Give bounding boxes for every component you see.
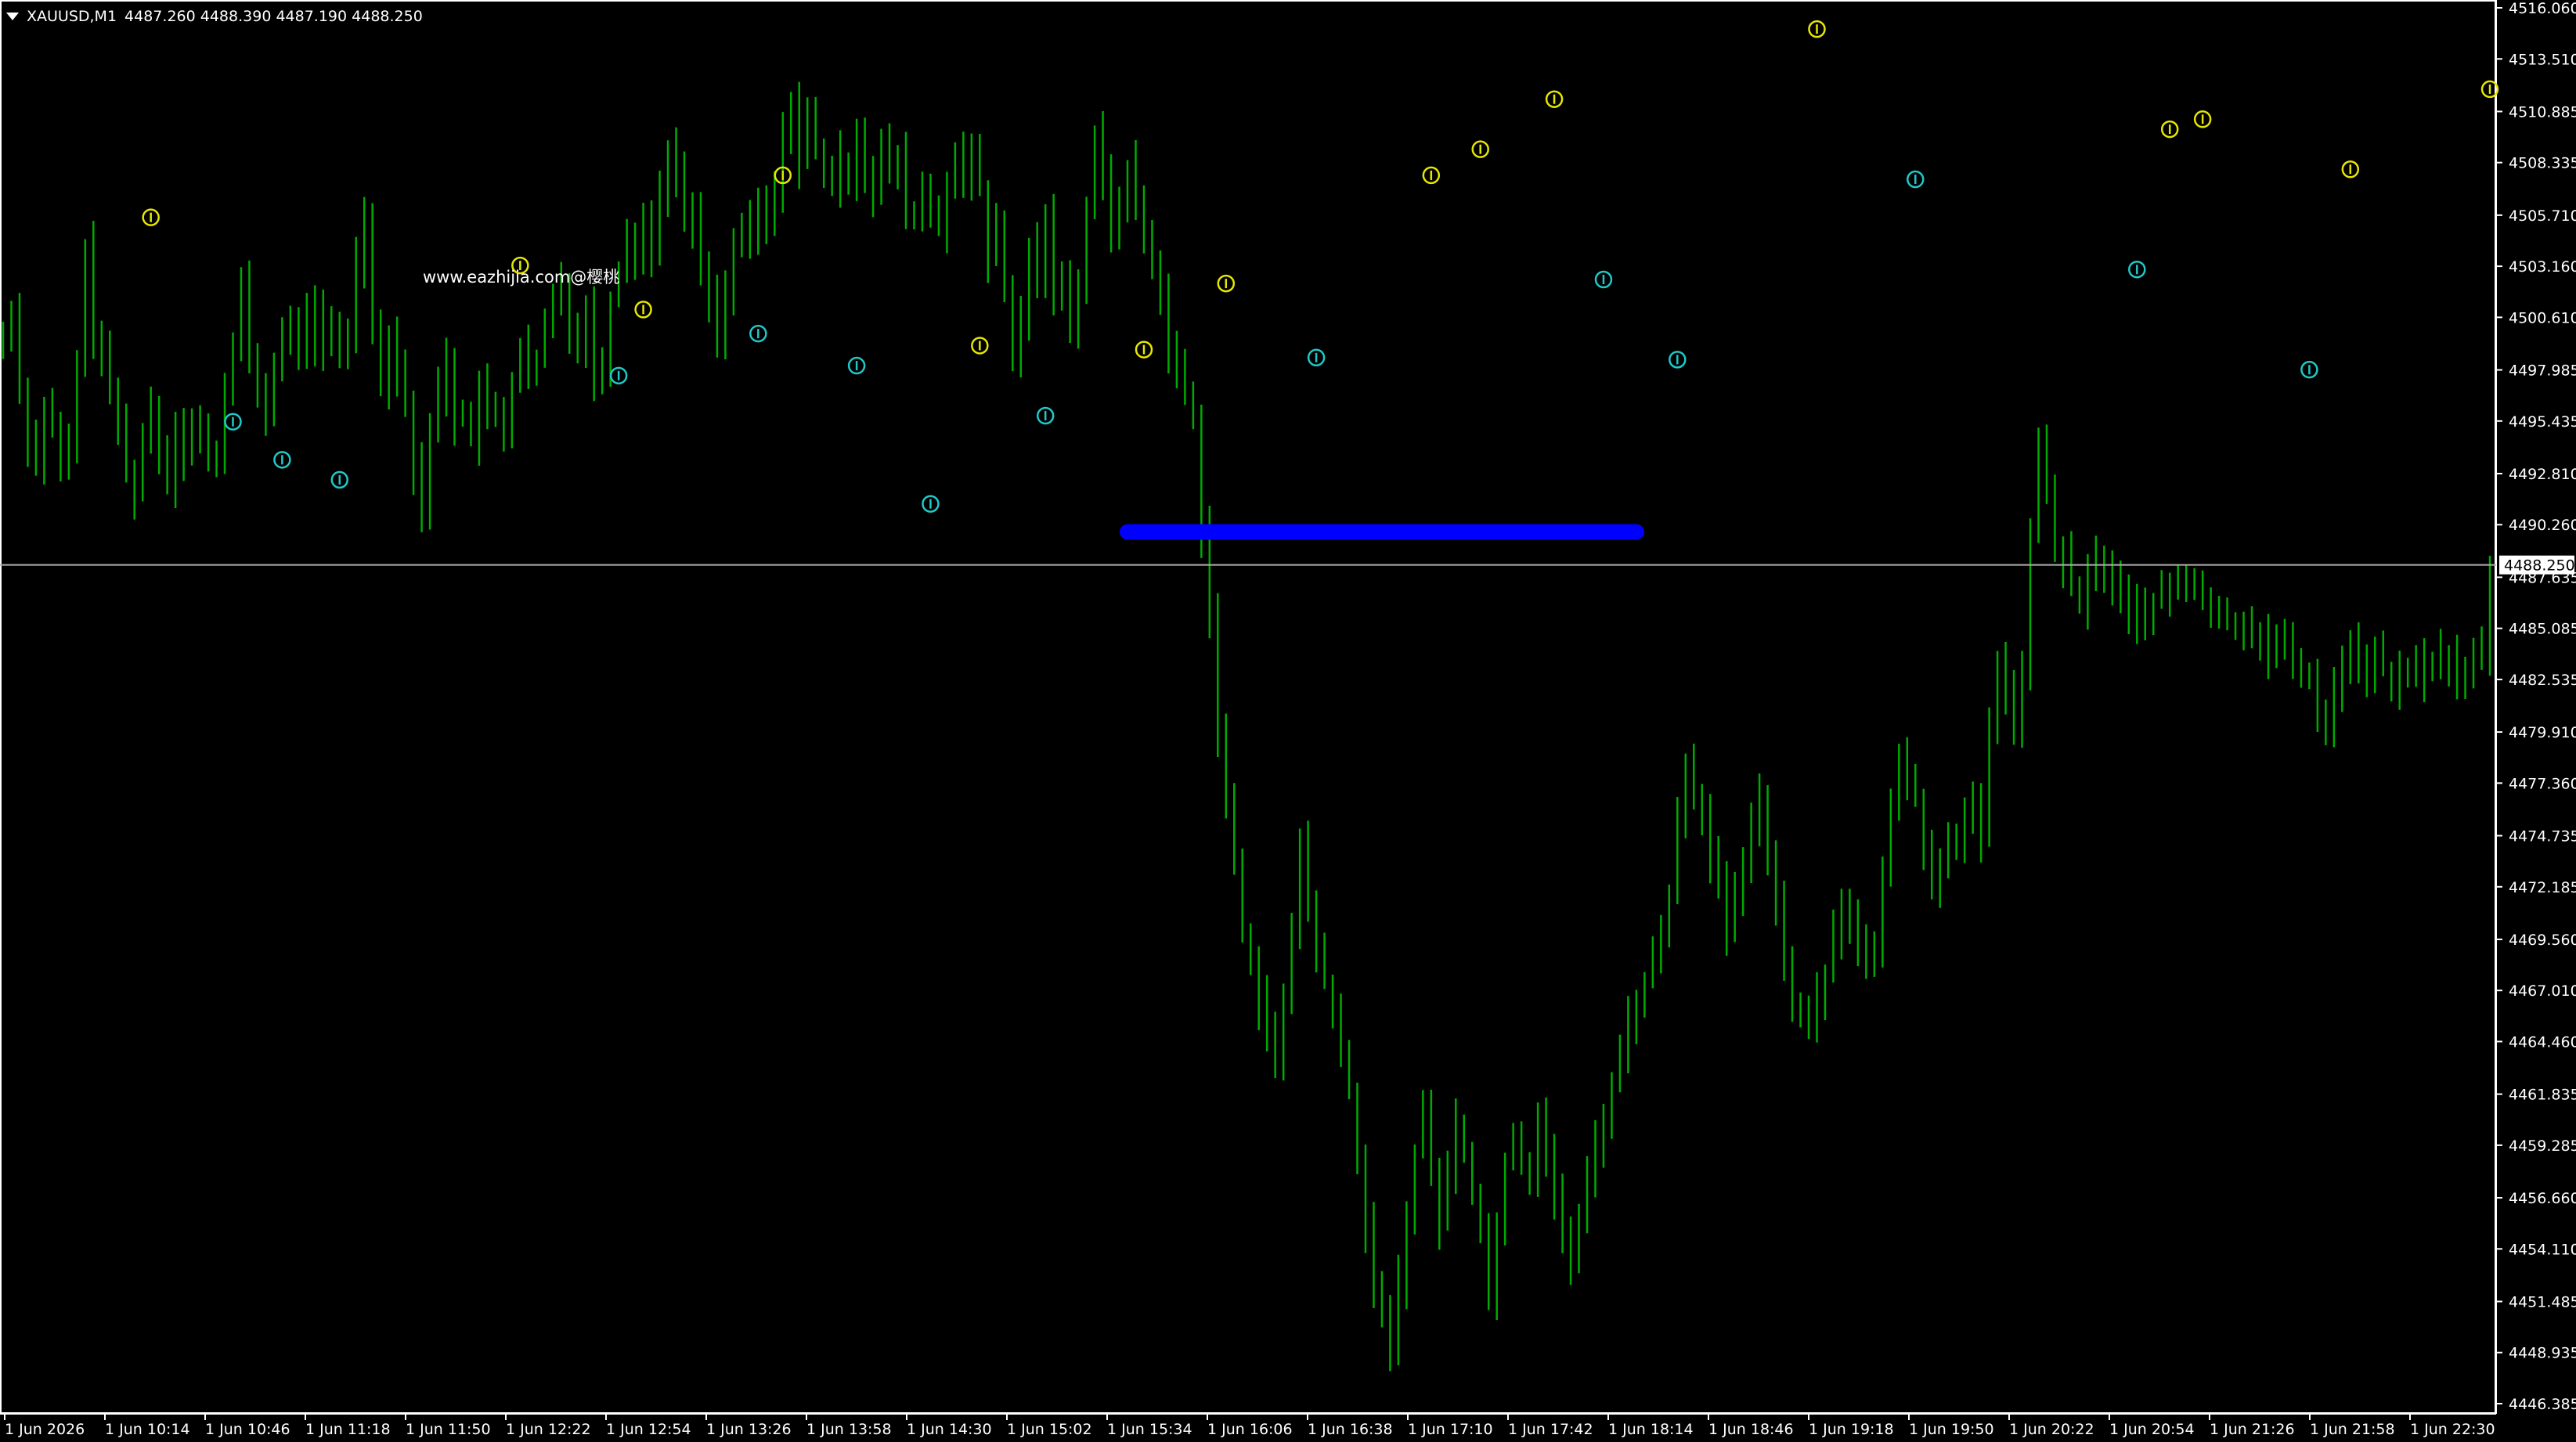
- price-axis-label: 4505.710: [2509, 207, 2576, 225]
- price-axis-label: 4474.735: [2509, 828, 2576, 845]
- chart-menu-triangle-icon[interactable]: [6, 13, 19, 20]
- price-axis-label: 4495.435: [2509, 413, 2576, 431]
- price-axis-label: 4497.985: [2509, 362, 2576, 380]
- price-axis-label: 4467.010: [2509, 982, 2576, 1000]
- price-chart[interactable]: 4516.060 4513.510 4510.885 4508.335 4505.710…: [0, 0, 2576, 1439]
- price-axis-label: 4479.910: [2509, 724, 2576, 741]
- time-axis-label: 1 Jun 15:02: [1007, 1421, 1092, 1438]
- time-axis-label: 1 Jun 13:26: [706, 1421, 792, 1438]
- chart-window[interactable]: XAUUSD,M1 4487.260 4488.390 4487.190 448…: [0, 0, 2576, 1439]
- symbol-label: XAUUSD,M1: [27, 8, 117, 25]
- price-axis-label: 4459.285: [2509, 1137, 2576, 1155]
- time-axis-label: 1 Jun 19:50: [1909, 1421, 1994, 1438]
- chart-header: XAUUSD,M1 4487.260 4488.390 4487.190 448…: [6, 5, 423, 28]
- time-axis-label: 1 Jun 10:46: [205, 1421, 290, 1438]
- time-axis-label: 1 Jun 17:42: [1508, 1421, 1593, 1438]
- time-axis-label: 1 Jun 20:54: [2109, 1421, 2195, 1438]
- price-axis-label: 4477.360: [2509, 775, 2576, 792]
- price-axis-label: 4492.810: [2509, 466, 2576, 483]
- price-axis-label: 4510.885: [2509, 103, 2576, 121]
- time-axis-label: 1 Jun 21:26: [2210, 1421, 2295, 1438]
- price-axis-label: 4451.485: [2509, 1293, 2576, 1310]
- price-axis-label: 4485.085: [2509, 621, 2576, 638]
- time-axis-label: 1 Jun 19:18: [1809, 1421, 1894, 1438]
- price-axis-label: 4454.110: [2509, 1241, 2576, 1258]
- price-axis-label: 4448.935: [2509, 1345, 2576, 1362]
- price-axis-label: 4461.835: [2509, 1087, 2576, 1104]
- price-axis-label: 4464.460: [2509, 1033, 2576, 1051]
- time-axis-label: 1 Jun 16:06: [1207, 1421, 1293, 1438]
- time-axis-label: 1 Jun 11:18: [305, 1421, 391, 1438]
- price-axis-label: 4469.560: [2509, 932, 2576, 949]
- time-axis-label: 1 Jun 15:34: [1107, 1421, 1192, 1438]
- price-axis-label: 4446.385: [2509, 1396, 2576, 1413]
- time-axis-label: 1 Jun 17:10: [1408, 1421, 1493, 1438]
- time-axis-label: 1 Jun 20:22: [2009, 1421, 2094, 1438]
- time-axis-label: 1 Jun 10:14: [105, 1421, 190, 1438]
- plot-frame: [0, 0, 2496, 1414]
- time-axis-label: 1 Jun 2026: [5, 1421, 85, 1438]
- price-axis-label: 4516.060: [2509, 0, 2576, 17]
- time-axis-label: 1 Jun 18:14: [1608, 1421, 1694, 1438]
- time-axis-label: 1 Jun 21:58: [2310, 1421, 2395, 1438]
- time-axis-label: 1 Jun 11:50: [406, 1421, 491, 1438]
- time-axis-label: 1 Jun 14:30: [907, 1421, 992, 1438]
- ohlc-label: 4487.260 4488.390 4487.190 4488.250: [124, 8, 423, 25]
- price-axis-label: 4503.160: [2509, 258, 2576, 276]
- watermark-text: www.eazhijia.com@樱桃: [423, 268, 620, 287]
- price-axis-label: 4508.335: [2509, 155, 2576, 172]
- time-axis-label: 1 Jun 12:22: [506, 1421, 591, 1438]
- price-axis-label: 4500.610: [2509, 309, 2576, 326]
- price-axis-label: 4513.510: [2509, 51, 2576, 68]
- time-axis-label: 1 Jun 22:30: [2410, 1421, 2495, 1438]
- time-axis-label: 1 Jun 16:38: [1308, 1421, 1393, 1438]
- time-axis-label: 1 Jun 18:46: [1708, 1421, 1794, 1438]
- price-axis-label: 4482.535: [2509, 672, 2576, 689]
- time-axis-label: 1 Jun 13:58: [806, 1421, 892, 1438]
- price-axis-label: 4490.260: [2509, 517, 2576, 534]
- time-axis-label: 1 Jun 12:54: [606, 1421, 691, 1438]
- current-price-label: 4488.250: [2504, 557, 2575, 575]
- price-axis-label: 4472.185: [2509, 879, 2576, 896]
- price-axis-label: 4456.660: [2509, 1190, 2576, 1207]
